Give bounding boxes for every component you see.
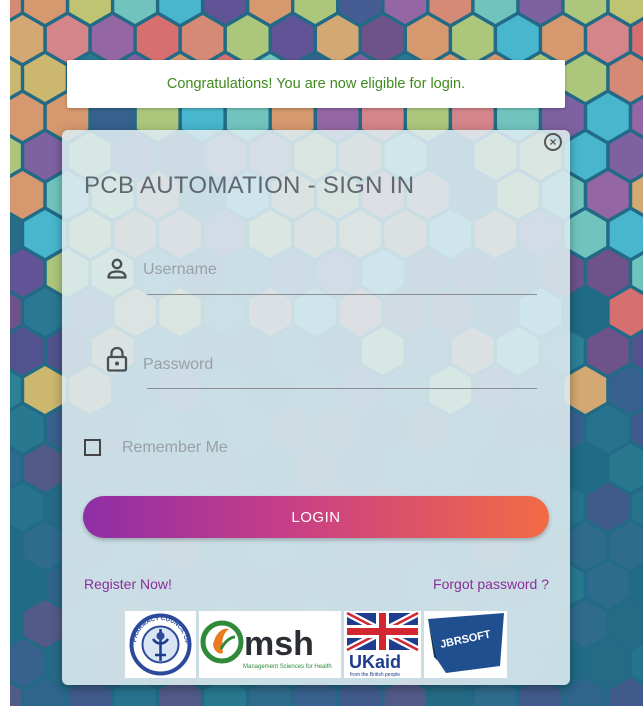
remember-me-checkbox[interactable] [84,439,101,456]
left-margin [0,0,10,706]
username-underline [147,294,537,295]
register-link[interactable]: Register Now! [84,576,172,592]
user-icon [107,258,127,279]
notice-text: Congratulations! You are now eligible fo… [166,76,466,92]
ukaid-logo-name: UKaid [349,652,401,672]
login-card: × PCB AUTOMATION - SIGN IN Username Pass… [62,130,570,685]
password-input[interactable]: Password [143,356,213,374]
ukaid-logo: UKaid from the British people [344,611,421,678]
login-button[interactable]: LOGIN [83,496,549,538]
password-underline [147,388,537,389]
msh-logo-name: msh [244,625,314,663]
pcb-logo: PHARMACY COUNCIL OF BANGLADESH [125,611,196,678]
jbrsoft-logo: JBRSOFT [424,611,507,678]
msh-logo: msh Management Sciences for Health [199,611,341,678]
lock-icon [106,346,128,372]
close-icon[interactable]: × [544,133,562,151]
msh-logo-tagline: Management Sciences for Health [243,664,332,670]
username-input[interactable]: Username [143,261,217,279]
ukaid-logo-tagline: from the British people [350,672,400,678]
forgot-password-link[interactable]: Forgot password ? [433,576,549,592]
success-notice: Congratulations! You are now eligible fo… [67,60,565,108]
remember-me-label: Remember Me [122,439,228,456]
page-title: PCB AUTOMATION - SIGN IN [84,172,415,199]
